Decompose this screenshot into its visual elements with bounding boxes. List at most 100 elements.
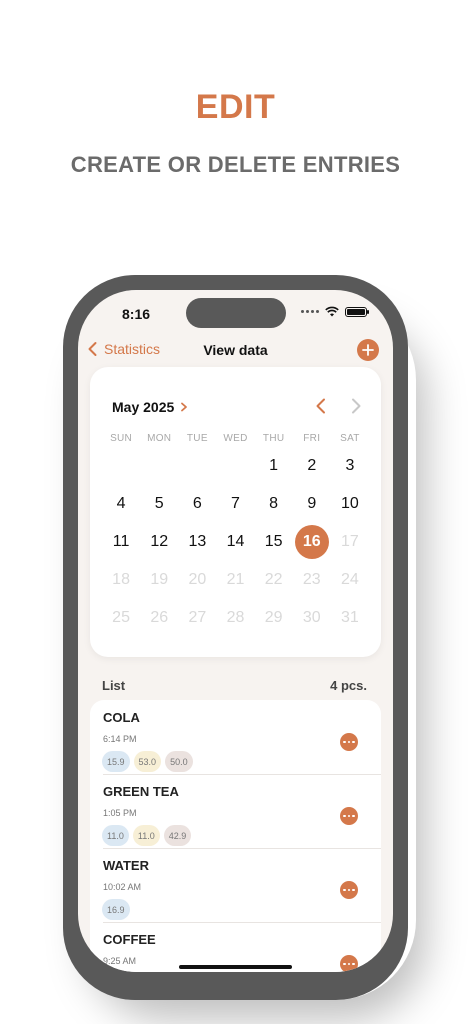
month-picker[interactable]: May 2025 [112, 399, 189, 415]
calendar-day-label: 27 [188, 609, 207, 626]
calendar-day-label: 13 [188, 533, 207, 550]
calendar-day-label: 31 [341, 609, 359, 626]
list-item[interactable]: WATER 10:02 AM 16.9 [90, 848, 381, 922]
calendar-day-label: 4 [116, 495, 126, 512]
calendar-day[interactable]: 4 [102, 485, 140, 523]
calendar-day-label: 17 [341, 533, 359, 550]
calendar-day[interactable]: 12 [140, 523, 178, 561]
calendar-day-label: 15 [264, 533, 283, 550]
calendar-day[interactable]: 3 [331, 447, 369, 485]
calendar-day-label: 26 [150, 609, 169, 626]
calendar-day[interactable]: 11 [102, 523, 140, 561]
calendar-card: May 2025 SUN MON TUE WED THU FRI SAT 123… [90, 367, 381, 657]
entry-time: 6:14 PM [103, 734, 137, 744]
calendar-days-grid: 1 2 3 4 5 6 7 8 9 10 11 12 13 14 15 16 17 18 19 20 21 22 23 24 2… [102, 447, 369, 637]
entry-name: WATER [103, 858, 149, 873]
calendar-day-label: 3 [345, 457, 355, 474]
add-entry-button[interactable] [357, 339, 379, 361]
calendar-day[interactable]: 14 [216, 523, 254, 561]
calendar-day-label: 8 [269, 495, 279, 512]
next-month-button[interactable] [348, 397, 364, 415]
weekday-header: SUN MON TUE WED THU FRI SAT [102, 433, 369, 444]
entry-name: COLA [103, 710, 140, 725]
signal-icon [301, 310, 319, 313]
calendar-day[interactable]: 13 [178, 523, 216, 561]
calendar-day-label: 19 [150, 571, 169, 588]
weekday-label: SUN [110, 433, 133, 444]
calendar-day[interactable]: 22 [255, 561, 293, 599]
calendar-day[interactable]: 21 [216, 561, 254, 599]
calendar-day[interactable]: 20 [178, 561, 216, 599]
app-screen: 8:16 Statistics View data May 2025 SUN M… [78, 290, 393, 972]
calendar-day[interactable]: 19 [140, 561, 178, 599]
calendar-day[interactable]: 26 [140, 599, 178, 637]
entry-time: 9:25 AM [103, 956, 137, 966]
status-time: 8:16 [122, 306, 151, 322]
calendar-day[interactable]: 9 [293, 485, 331, 523]
calendar-day[interactable]: 30 [293, 599, 331, 637]
calendar-day[interactable]: 1 [255, 447, 293, 485]
calendar-day-label: 9 [307, 495, 317, 512]
home-indicator[interactable] [179, 965, 292, 969]
value-badge: 42.9 [163, 825, 192, 846]
calendar-day-label: 30 [302, 609, 321, 626]
calendar-day-label: 29 [264, 609, 283, 626]
more-options-button[interactable] [340, 807, 358, 825]
value-badge: 11.0 [102, 825, 129, 846]
calendar-day-label: 28 [226, 609, 245, 626]
calendar-day[interactable]: 28 [216, 599, 254, 637]
value-badge: 11.0 [132, 825, 160, 846]
calendar-day-selected[interactable]: 16 [293, 523, 331, 561]
value-badge: 15.9 [102, 751, 130, 772]
calendar-day[interactable]: 5 [140, 485, 178, 523]
calendar-day-label: 24 [341, 571, 359, 588]
dynamic-island [186, 298, 286, 328]
list-count: 4 pcs. [330, 678, 367, 693]
calendar-day-label: 12 [150, 533, 169, 550]
value-badge: 50.0 [165, 751, 193, 772]
calendar-day-label: 25 [112, 609, 130, 626]
calendar-day[interactable]: 18 [102, 561, 140, 599]
calendar-day[interactable]: 24 [331, 561, 369, 599]
calendar-day[interactable]: 8 [255, 485, 293, 523]
previous-month-button[interactable] [313, 397, 329, 415]
calendar-blank-cell [102, 447, 140, 485]
calendar-day-label: 6 [192, 495, 202, 512]
weekday-label: WED [223, 433, 248, 444]
calendar-day-label: 23 [302, 571, 321, 588]
more-options-button[interactable] [340, 881, 358, 899]
list-item[interactable]: GREEN TEA 1:05 PM 11.0 11.0 42.9 [90, 774, 381, 848]
calendar-day[interactable]: 10 [331, 485, 369, 523]
calendar-day-label: 20 [188, 571, 207, 588]
more-options-button[interactable] [340, 733, 358, 751]
calendar-day[interactable]: 23 [293, 561, 331, 599]
battery-icon [345, 306, 369, 317]
calendar-day[interactable]: 15 [255, 523, 293, 561]
weekday-label: TUE [186, 433, 208, 444]
chevron-right-icon [181, 402, 188, 412]
weekday-label: SAT [340, 433, 360, 444]
calendar-day[interactable]: 31 [331, 599, 369, 637]
calendar-day[interactable]: 7 [216, 485, 254, 523]
more-options-button[interactable] [340, 955, 358, 972]
calendar-day-label: 18 [112, 571, 130, 588]
calendar-day[interactable]: 17 [331, 523, 369, 561]
calendar-day-label: 5 [154, 495, 164, 512]
calendar-day[interactable]: 6 [178, 485, 216, 523]
calendar-day[interactable]: 29 [255, 599, 293, 637]
entry-time: 10:02 AM [103, 882, 142, 892]
value-badge: 16.9 [102, 899, 130, 920]
status-icons [301, 306, 369, 317]
entry-tags: 16.9 [102, 899, 130, 920]
list-item[interactable]: COLA 6:14 PM 15.9 53.0 50.0 [90, 700, 381, 774]
calendar-day-label: 16 [294, 525, 329, 559]
calendar-day[interactable]: 27 [178, 599, 216, 637]
calendar-day-label: 2 [307, 457, 317, 474]
calendar-day[interactable]: 2 [293, 447, 331, 485]
weekday-label: THU [262, 433, 285, 444]
month-label: May 2025 [112, 399, 175, 415]
plus-icon [362, 344, 374, 356]
calendar-day[interactable]: 25 [102, 599, 140, 637]
wifi-icon [325, 306, 339, 317]
calendar-day-label: 21 [226, 571, 245, 588]
